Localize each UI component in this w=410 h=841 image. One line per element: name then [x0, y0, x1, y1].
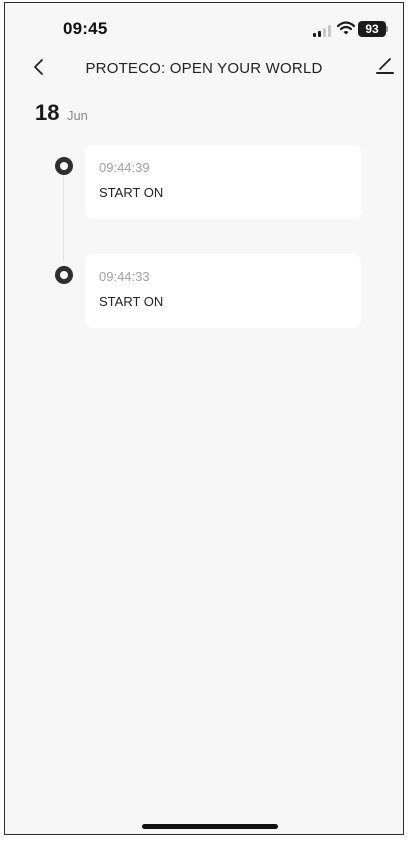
- event-label: START ON: [99, 294, 164, 309]
- status-bar: 09:45 93: [5, 3, 403, 51]
- wifi-icon: [337, 21, 355, 35]
- home-indicator[interactable]: [142, 824, 278, 829]
- date-header: 18 Jun: [35, 100, 88, 126]
- nav-bar: PROTECO: OPEN YOUR WORLD: [5, 51, 403, 85]
- pencil-icon[interactable]: [375, 55, 395, 75]
- event-label: START ON: [99, 185, 164, 200]
- date-month: Jun: [66, 108, 88, 123]
- page-title: PROTECO: OPEN YOUR WORLD: [85, 60, 323, 77]
- timeline-dot-icon: [55, 157, 73, 175]
- status-time: 09:45: [63, 19, 108, 38]
- battery-tip: [386, 26, 388, 32]
- event-time: 09:44:33: [99, 269, 150, 284]
- timeline-dot-icon: [55, 266, 73, 284]
- date-day: 18: [35, 100, 60, 125]
- timeline-line: [63, 175, 64, 261]
- app-screen: 09:45 93 PROTECO: OPEN YOUR WORLD 18 Jun: [4, 2, 404, 835]
- event-card[interactable]: 09:44:33 START ON: [85, 254, 361, 328]
- signal-icon: [313, 25, 331, 37]
- event-time: 09:44:39: [99, 160, 150, 175]
- battery-icon: 93: [358, 21, 386, 37]
- event-card[interactable]: 09:44:39 START ON: [85, 145, 361, 219]
